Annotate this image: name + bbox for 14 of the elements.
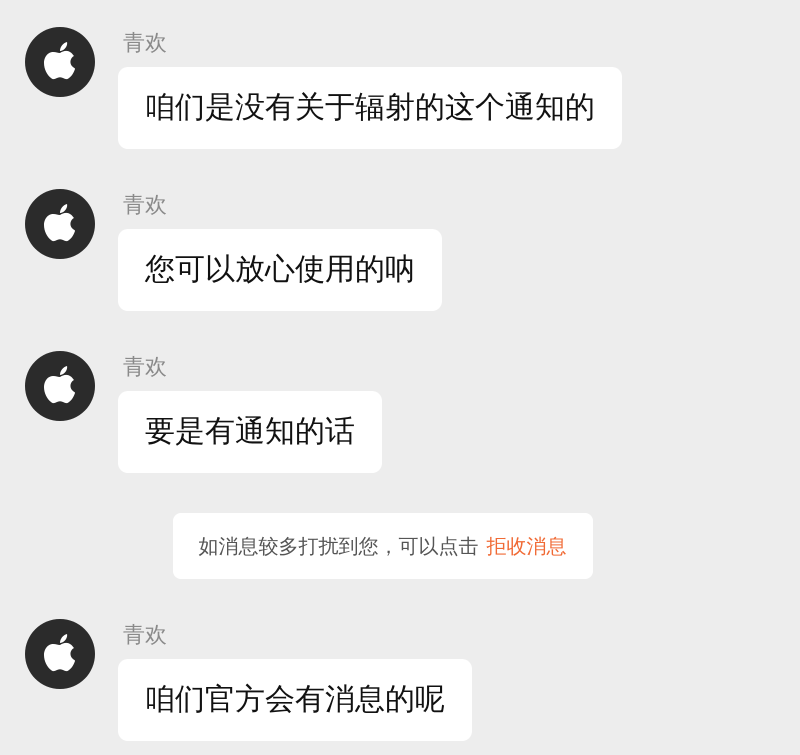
message-bubble: 您可以放心使用的呐 bbox=[118, 229, 442, 311]
message-bubble: 咱们官方会有消息的呢 bbox=[118, 659, 472, 741]
apple-icon bbox=[43, 634, 77, 674]
message-bubble: 咱们是没有关于辐射的这个通知的 bbox=[118, 67, 622, 149]
message-bubble: 要是有通知的话 bbox=[118, 391, 382, 473]
apple-icon bbox=[43, 366, 77, 406]
sender-name: 青欢 bbox=[123, 192, 167, 220]
sender-name: 青欢 bbox=[123, 354, 167, 382]
notice-text: 如消息较多打扰到您，可以点击 bbox=[198, 532, 478, 560]
apple-icon bbox=[43, 204, 77, 244]
reject-messages-link[interactable]: 拒收消息 bbox=[486, 532, 566, 560]
apple-icon bbox=[43, 42, 77, 82]
sender-name: 青欢 bbox=[123, 622, 167, 650]
sender-name: 青欢 bbox=[123, 30, 167, 58]
